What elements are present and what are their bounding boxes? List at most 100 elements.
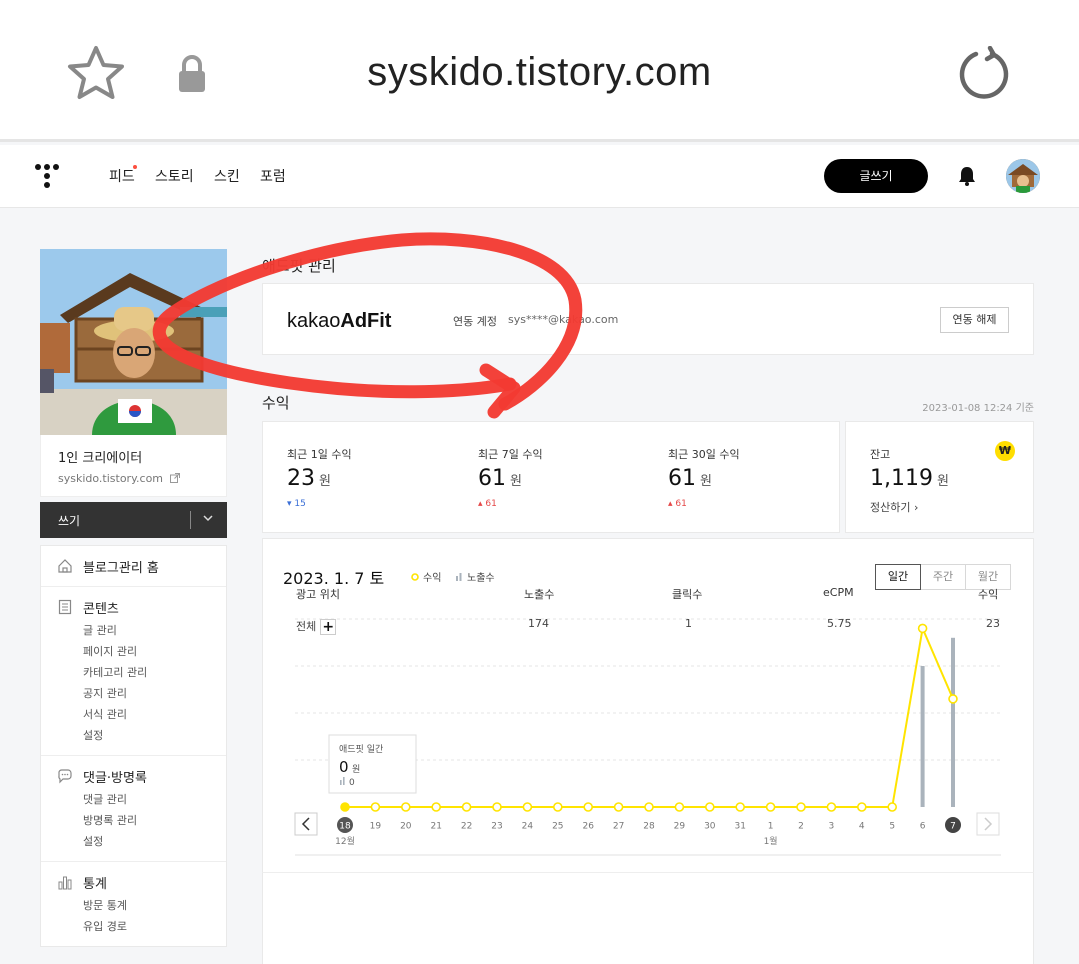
menu-item-pages[interactable]: 페이지 관리 <box>83 644 226 659</box>
nav-item-forum[interactable]: 포럼 <box>260 166 286 186</box>
period-weekly[interactable]: 주간 <box>920 564 966 590</box>
revenue-point[interactable] <box>644 802 654 812</box>
revenue-point[interactable] <box>522 802 533 812</box>
x-tick-label[interactable]: 27 <box>613 822 624 832</box>
menu-head-comments-label[interactable]: 댓글·방명록 <box>83 767 147 786</box>
stat-value-30d: 61 원 <box>668 466 712 491</box>
bell-icon[interactable] <box>958 166 976 186</box>
menu-item-referrers[interactable]: 유입 경로 <box>83 919 226 934</box>
menu-item-content-settings[interactable]: 설정 <box>83 728 226 743</box>
period-daily[interactable]: 일간 <box>875 564 921 590</box>
menu-item-categories[interactable]: 카테고리 관리 <box>83 665 226 680</box>
blog-url[interactable]: syskido.tistory.com <box>58 472 209 485</box>
revenue-point[interactable] <box>431 802 441 812</box>
x-tick-label[interactable]: 28 <box>643 822 655 832</box>
nav-item-feed[interactable]: 피드 <box>109 166 135 186</box>
col-placement: 광고 위치 <box>296 588 340 601</box>
x-tick-label[interactable]: 31 <box>734 822 745 832</box>
chart-next-button[interactable] <box>976 812 1000 836</box>
profile-image[interactable] <box>40 249 227 435</box>
menu-item-notices[interactable]: 공지 관리 <box>83 686 226 701</box>
unlink-button[interactable]: 연동 해제 <box>940 307 1009 333</box>
menu-item-visit-stats[interactable]: 방문 통계 <box>83 898 226 913</box>
tistory-logo-icon[interactable] <box>34 163 60 189</box>
x-tick-label[interactable]: 6 <box>920 822 926 832</box>
menu-head-home-label[interactable]: 블로그관리 홈 <box>83 557 159 576</box>
unit: 원 <box>510 474 522 489</box>
logo-bold: AdFit <box>340 310 392 332</box>
revenue-point[interactable] <box>704 802 715 812</box>
x-tick-label[interactable]: 23 <box>491 822 502 832</box>
revenue-point[interactable] <box>674 802 685 812</box>
revenue-point[interactable] <box>826 802 837 812</box>
revenue-point[interactable] <box>401 802 411 812</box>
revenue-point[interactable] <box>461 802 472 812</box>
chevron-down-icon[interactable] <box>203 513 213 523</box>
x-tick-label[interactable]: 20 <box>400 822 412 832</box>
x-tick-label[interactable]: 24 <box>522 822 534 832</box>
stat-label-7d: 최근 7일 수익 <box>478 448 543 461</box>
x-tick-label[interactable]: 22 <box>461 822 472 832</box>
revenue-point[interactable] <box>887 802 898 812</box>
logo-light: kakao <box>287 310 341 332</box>
menu-item-comment-settings[interactable]: 설정 <box>83 834 226 849</box>
url-text[interactable]: syskido.tistory.com <box>0 50 1079 95</box>
revenue-point[interactable] <box>735 802 746 812</box>
revenue-point[interactable] <box>917 623 928 634</box>
x-tick-label[interactable]: 26 <box>582 822 594 832</box>
x-tick-label[interactable]: 5 <box>889 822 895 832</box>
menu-head-stats-label[interactable]: 통계 <box>83 873 107 892</box>
menu-head-content[interactable]: 콘텐츠 <box>57 597 226 617</box>
revenue-point[interactable] <box>552 802 563 812</box>
recent-revenue-card: 최근 1일 수익 23 원 ▾ 15 최근 7일 수익 61 원 ▴ 61 최근 3… <box>262 421 840 533</box>
x-tick-label[interactable]: 30 <box>704 822 716 832</box>
chart-prev-button[interactable] <box>294 812 318 836</box>
menu-head-home[interactable]: 블로그관리 홈 <box>57 556 226 576</box>
blog-url-text[interactable]: syskido.tistory.com <box>58 472 163 485</box>
legend-bar-icon <box>456 572 462 581</box>
impressions-bar <box>920 666 925 807</box>
external-link-icon[interactable] <box>169 473 180 483</box>
menu-item-guestbook[interactable]: 방명록 관리 <box>83 813 226 828</box>
revenue-point[interactable] <box>492 802 502 812</box>
col-clicks: 클릭수 <box>672 588 703 601</box>
write-label[interactable]: 쓰기 <box>58 512 80 529</box>
x-tick-label[interactable]: 21 <box>430 822 441 832</box>
settle-label[interactable]: 정산하기 <box>870 501 910 514</box>
avatar[interactable] <box>1006 159 1040 193</box>
delta-7d: 61 <box>485 499 497 509</box>
x-tick-label[interactable]: 7 <box>950 822 956 832</box>
write-dropdown[interactable]: 쓰기 <box>40 502 227 538</box>
menu-head-stats[interactable]: 통계 <box>57 872 226 892</box>
x-tick-label[interactable]: 18 <box>339 822 351 832</box>
revenue-point[interactable] <box>796 802 806 812</box>
x-tick-label[interactable]: 29 <box>674 822 686 832</box>
menu-section-stats: 통계 방문 통계 유입 경로 <box>41 862 226 946</box>
x-tick-label[interactable]: 25 <box>552 822 563 832</box>
x-tick-label[interactable]: 2 <box>798 822 804 832</box>
nav-item-skin[interactable]: 스킨 <box>214 166 240 186</box>
x-tick-label[interactable]: 4 <box>859 822 865 832</box>
revenue-point[interactable] <box>765 802 776 812</box>
menu-item-templates[interactable]: 서식 관리 <box>83 707 226 722</box>
write-post-button[interactable]: 글쓰기 <box>824 159 928 193</box>
x-tick-label[interactable]: 19 <box>370 822 382 832</box>
x-tick-label[interactable]: 1 <box>768 822 774 832</box>
revenue-point[interactable] <box>340 802 350 812</box>
revenue-point[interactable] <box>583 802 594 812</box>
nav-item-story[interactable]: 스토리 <box>155 166 194 186</box>
reload-icon[interactable] <box>956 46 1012 102</box>
menu-head-content-label[interactable]: 콘텐츠 <box>83 598 119 617</box>
revenue-point[interactable] <box>856 802 867 812</box>
blog-name[interactable]: 1인 크리에이터 <box>58 447 209 466</box>
menu-item-comments[interactable]: 댓글 관리 <box>83 792 226 807</box>
menu-item-posts[interactable]: 글 관리 <box>83 623 226 638</box>
revenue-point[interactable] <box>613 802 624 812</box>
revenue-point[interactable] <box>948 694 958 704</box>
col-impressions: 노출수 <box>524 588 555 601</box>
expand-plus-icon[interactable]: + <box>320 619 337 635</box>
settle-link[interactable]: 정산하기 › <box>870 499 918 515</box>
revenue-point[interactable] <box>370 802 381 812</box>
menu-head-comments[interactable]: 댓글·방명록 <box>57 766 226 786</box>
x-tick-label[interactable]: 3 <box>829 822 835 832</box>
